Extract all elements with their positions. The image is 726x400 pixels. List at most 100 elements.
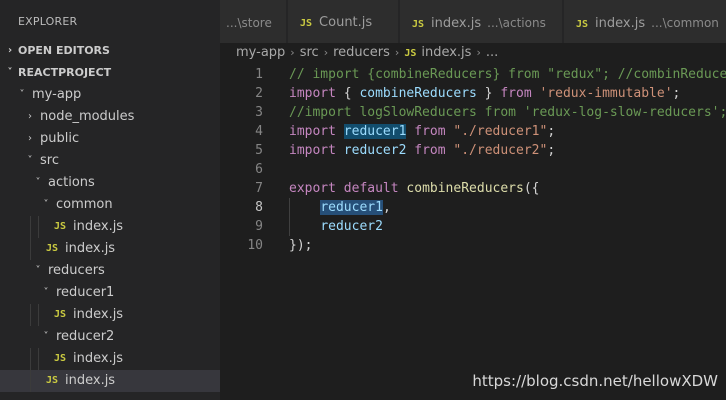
tab-label: index.js: [595, 16, 646, 31]
tree-label: reducer1: [56, 285, 115, 300]
editor-tabs: ...\store JS Count.js JS index.js ...\actions…: [220, 0, 726, 43]
tree-label: actions: [48, 175, 95, 190]
line-number: 7: [255, 181, 263, 196]
chevron-down-icon: ˅: [7, 67, 13, 78]
tree-folder[interactable]: ˅ actions: [0, 172, 220, 194]
tree-folder[interactable]: ˅ common: [0, 194, 220, 216]
code-token: ({: [523, 181, 540, 196]
indent-guide: [30, 348, 31, 370]
tree-label: reducer2: [56, 329, 115, 344]
editor-tab[interactable]: JS index.js ...\actions: [400, 0, 563, 43]
tree-label: index.js: [73, 219, 124, 234]
indent-guide: [30, 238, 31, 260]
editor-tab[interactable]: JS Count.js: [288, 0, 399, 43]
tree-label: index.js: [73, 351, 124, 366]
line-content: export default combineReducers({: [289, 179, 539, 198]
line-content: import { combineReducers } from 'redux-i…: [289, 84, 680, 103]
code-line[interactable]: 3 //import logSlowReducers from 'redux-lo…: [220, 103, 726, 122]
code-editor[interactable]: 1 // import {combineReducers} from "redux…: [220, 65, 726, 255]
js-file-icon: JS: [54, 221, 67, 232]
code-line[interactable]: 4 import reducer1 from "./reducer1";: [220, 122, 726, 141]
tree-folder[interactable]: ˅ reducer1: [0, 282, 220, 304]
open-editors-header[interactable]: › OPEN EDITORS: [0, 40, 220, 62]
js-file-icon: JS: [300, 18, 313, 29]
js-file-icon: JS: [404, 48, 417, 59]
line-content: });: [289, 236, 312, 255]
tree-label: index.js: [65, 241, 116, 256]
explorer-title: EXPLORER: [18, 15, 78, 28]
tree-folder[interactable]: ˅ src: [0, 150, 220, 172]
code-token: });: [289, 238, 313, 253]
file-tree: ˅ my-app › node_modules › public ˅ src ˅ actions ˅…: [0, 84, 220, 392]
indent-guide: [38, 348, 39, 370]
tree-label: my-app: [32, 87, 82, 102]
code-token: combineReducers: [406, 181, 524, 196]
code-token: ;: [547, 143, 556, 158]
js-file-icon: JS: [412, 19, 425, 30]
breadcrumb-item[interactable]: ...: [486, 45, 498, 60]
code-line[interactable]: 8 reducer1,: [220, 198, 726, 217]
indent-guide: [38, 216, 39, 238]
chevron-right-icon: ›: [476, 46, 481, 59]
code-token: reducer1: [343, 124, 407, 139]
project-header[interactable]: ˅ REACTPROJECT: [0, 62, 220, 84]
js-file-icon: JS: [54, 353, 67, 364]
tree-file[interactable]: JS index.js: [0, 304, 220, 326]
tree-file[interactable]: JS index.js: [0, 216, 220, 238]
chevron-down-icon: ˅: [19, 89, 25, 100]
tree-folder[interactable]: › node_modules: [0, 106, 220, 128]
code-token: export: [289, 181, 336, 196]
tree-folder[interactable]: ˅ reducer2: [0, 326, 220, 348]
editor-tab[interactable]: JS index.js ...\common: [564, 0, 726, 43]
tab-description: ...\common: [651, 16, 719, 30]
breadcrumb: my-app › src › reducers › JS index.js ›...: [220, 43, 726, 65]
tree-folder[interactable]: ˅ reducers: [0, 260, 220, 282]
breadcrumb-item[interactable]: src: [300, 45, 319, 60]
code-token: }: [476, 86, 501, 101]
code-token: default: [343, 181, 399, 196]
editor-tab[interactable]: ...\store: [220, 0, 287, 43]
breadcrumb-item[interactable]: index.js: [421, 45, 471, 60]
code-line[interactable]: 7 export default combineReducers({: [220, 179, 726, 198]
explorer-sidebar: EXPLORER › OPEN EDITORS ˅ REACTPROJECT ˅…: [0, 0, 220, 400]
chevron-down-icon: ˅: [35, 177, 41, 188]
code-token: from: [500, 86, 532, 101]
code-line[interactable]: 10});: [220, 236, 726, 255]
project-label: REACTPROJECT: [18, 66, 112, 79]
code-line[interactable]: 1 // import {combineReducers} from "redux…: [220, 65, 726, 84]
tree-label: index.js: [65, 373, 116, 388]
code-line[interactable]: 5 import reducer2 from "./reducer2";: [220, 141, 726, 160]
tree-folder[interactable]: ˅ my-app: [0, 84, 220, 106]
tab-label: Count.js: [319, 15, 373, 30]
code-line[interactable]: 2 import { combineReducers } from 'redux-…: [220, 84, 726, 103]
breadcrumb-item[interactable]: reducers: [333, 45, 390, 60]
tree-label: index.js: [73, 307, 124, 322]
tree-folder[interactable]: › public: [0, 128, 220, 150]
chevron-right-icon: ›: [7, 45, 13, 56]
code-token: 'redux-immutable': [539, 86, 673, 101]
line-number: 8: [255, 200, 263, 215]
js-file-icon: JS: [46, 375, 59, 386]
code-token: {: [335, 86, 360, 101]
code-token: reducer2: [320, 219, 383, 234]
line-content: reducer2: [289, 217, 383, 236]
js-file-icon: JS: [576, 19, 589, 30]
code-line[interactable]: 6: [220, 160, 726, 179]
chevron-down-icon: ˅: [43, 199, 49, 210]
tree-label: reducers: [48, 263, 105, 278]
code-token: reducer2: [343, 143, 407, 158]
code-line[interactable]: 9 reducer2: [220, 217, 726, 236]
tree-file[interactable]: JS index.js: [0, 370, 220, 392]
chevron-right-icon: ›: [28, 133, 32, 144]
line-number: 1: [255, 67, 263, 82]
tree-file[interactable]: JS index.js: [0, 238, 220, 260]
code-token: // import {combineReducers} from "redux"…: [289, 67, 726, 82]
breadcrumb-item[interactable]: my-app: [236, 45, 285, 60]
tree-file[interactable]: JS index.js: [0, 348, 220, 370]
chevron-down-icon: ˅: [35, 265, 41, 276]
